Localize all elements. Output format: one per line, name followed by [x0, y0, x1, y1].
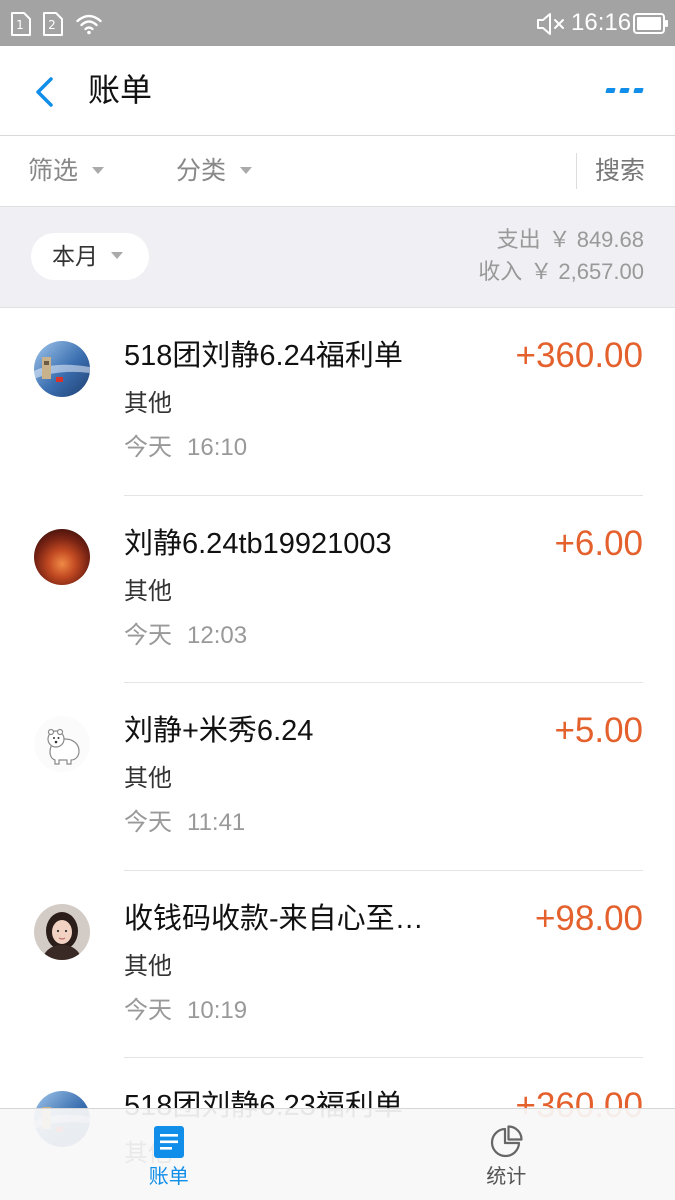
- tab-label: 账单: [148, 1166, 189, 1188]
- bill-time: 今天 10:19: [124, 997, 247, 1025]
- bottom-tab-bar: 账单 统计: [0, 1108, 675, 1200]
- bill-category: 其他: [124, 765, 172, 792]
- battery-icon: [633, 13, 669, 34]
- expense-label: 支出: [496, 227, 541, 252]
- bill-amount: +98.00: [534, 898, 643, 938]
- bill-amount: +5.00: [554, 711, 643, 750]
- nav-header: 账单: [0, 46, 675, 136]
- bill-amount: +6.00: [554, 523, 643, 563]
- expense-amount: ￥ 849.68: [548, 227, 644, 252]
- bill-clock-time: 12:03: [187, 621, 248, 649]
- pie-chart-icon: [489, 1125, 523, 1159]
- bill-title: 刘静6.24tb19921003: [124, 527, 392, 560]
- status-bar: 1 2 16:16: [0, 0, 675, 46]
- bills-screen: 1 2 16:16 账单 筛选 分类 搜索 本月 支出 ￥ 849.68 收入 …: [0, 0, 675, 1200]
- bill-time: 今天 16:10: [124, 434, 247, 462]
- caret-down-icon: [111, 252, 123, 260]
- bill-list-icon: [152, 1125, 186, 1159]
- period-label: 本月: [52, 243, 98, 269]
- sim-card-2-icon: 2: [42, 11, 64, 37]
- bill-clock-time: 10:19: [187, 996, 248, 1024]
- bill-title: 刘静+米秀6.24: [124, 715, 314, 747]
- search-button[interactable]: 搜索: [595, 136, 645, 206]
- more-dots-icon[interactable]: [605, 88, 644, 94]
- bill-item[interactable]: 刘静+米秀6.24 +5.00 其他 今天 11:41: [0, 683, 675, 871]
- expense-total: 支出 ￥ 849.68: [497, 226, 644, 254]
- mute-icon: [536, 12, 568, 36]
- period-selector[interactable]: 本月: [31, 233, 149, 280]
- divider: [576, 153, 577, 189]
- tab-bills[interactable]: 账单: [0, 1109, 338, 1200]
- avatar: [34, 716, 90, 772]
- bill-time: 今天 11:41: [124, 809, 245, 837]
- filter-bar: 筛选 分类 搜索: [0, 136, 675, 207]
- wifi-icon: [76, 13, 102, 35]
- sim-card-1-icon: 1: [10, 11, 32, 37]
- bill-title: 收钱码收款-来自心至…: [124, 902, 424, 935]
- category-dropdown[interactable]: 分类: [176, 136, 253, 206]
- bill-list: 518团刘静6.24福利单 +360.00 其他 今天 16:10 刘静6.24t…: [0, 308, 675, 1200]
- bill-day: 今天: [124, 996, 172, 1024]
- status-time: 16:16: [571, 9, 632, 36]
- bill-item[interactable]: 518团刘静6.24福利单 +360.00 其他 今天 16:10: [0, 308, 675, 496]
- month-summary: 本月 支出 ￥ 849.68 收入 ￥ 2,657.00: [0, 207, 675, 308]
- bill-category: 其他: [124, 390, 172, 417]
- income-amount: ￥ 2,657.00: [530, 259, 644, 284]
- page-title: 账单: [88, 72, 153, 108]
- bill-day: 今天: [124, 809, 172, 836]
- tab-label: 统计: [486, 1166, 527, 1188]
- bill-amount: +360.00: [515, 336, 644, 375]
- income-total: 收入 ￥ 2,657.00: [478, 258, 644, 286]
- filter-dropdown[interactable]: 筛选: [28, 136, 105, 206]
- bill-clock-time: 16:10: [187, 434, 248, 461]
- bill-day: 今天: [124, 621, 172, 649]
- tab-statistics[interactable]: 统计: [338, 1109, 675, 1200]
- bill-item[interactable]: 收钱码收款-来自心至… +98.00 其他 今天 10:19: [0, 870, 675, 1058]
- caret-down-icon: [92, 166, 105, 174]
- filter-label: 筛选: [28, 157, 79, 185]
- income-label: 收入: [478, 259, 523, 284]
- avatar: [34, 341, 90, 397]
- avatar: [34, 903, 90, 960]
- back-chevron-icon[interactable]: [34, 75, 56, 109]
- bill-time: 今天 12:03: [124, 622, 247, 650]
- bill-category: 其他: [124, 577, 172, 605]
- bill-category: 其他: [124, 952, 172, 980]
- bill-day: 今天: [124, 434, 172, 461]
- bill-clock-time: 11:41: [187, 809, 246, 836]
- category-label: 分类: [176, 157, 227, 185]
- bill-title: 518团刘静6.24福利单: [124, 340, 403, 372]
- bill-item[interactable]: 刘静6.24tb19921003 +6.00 其他 今天 12:03: [0, 495, 675, 683]
- caret-down-icon: [240, 166, 253, 174]
- avatar: [34, 528, 90, 585]
